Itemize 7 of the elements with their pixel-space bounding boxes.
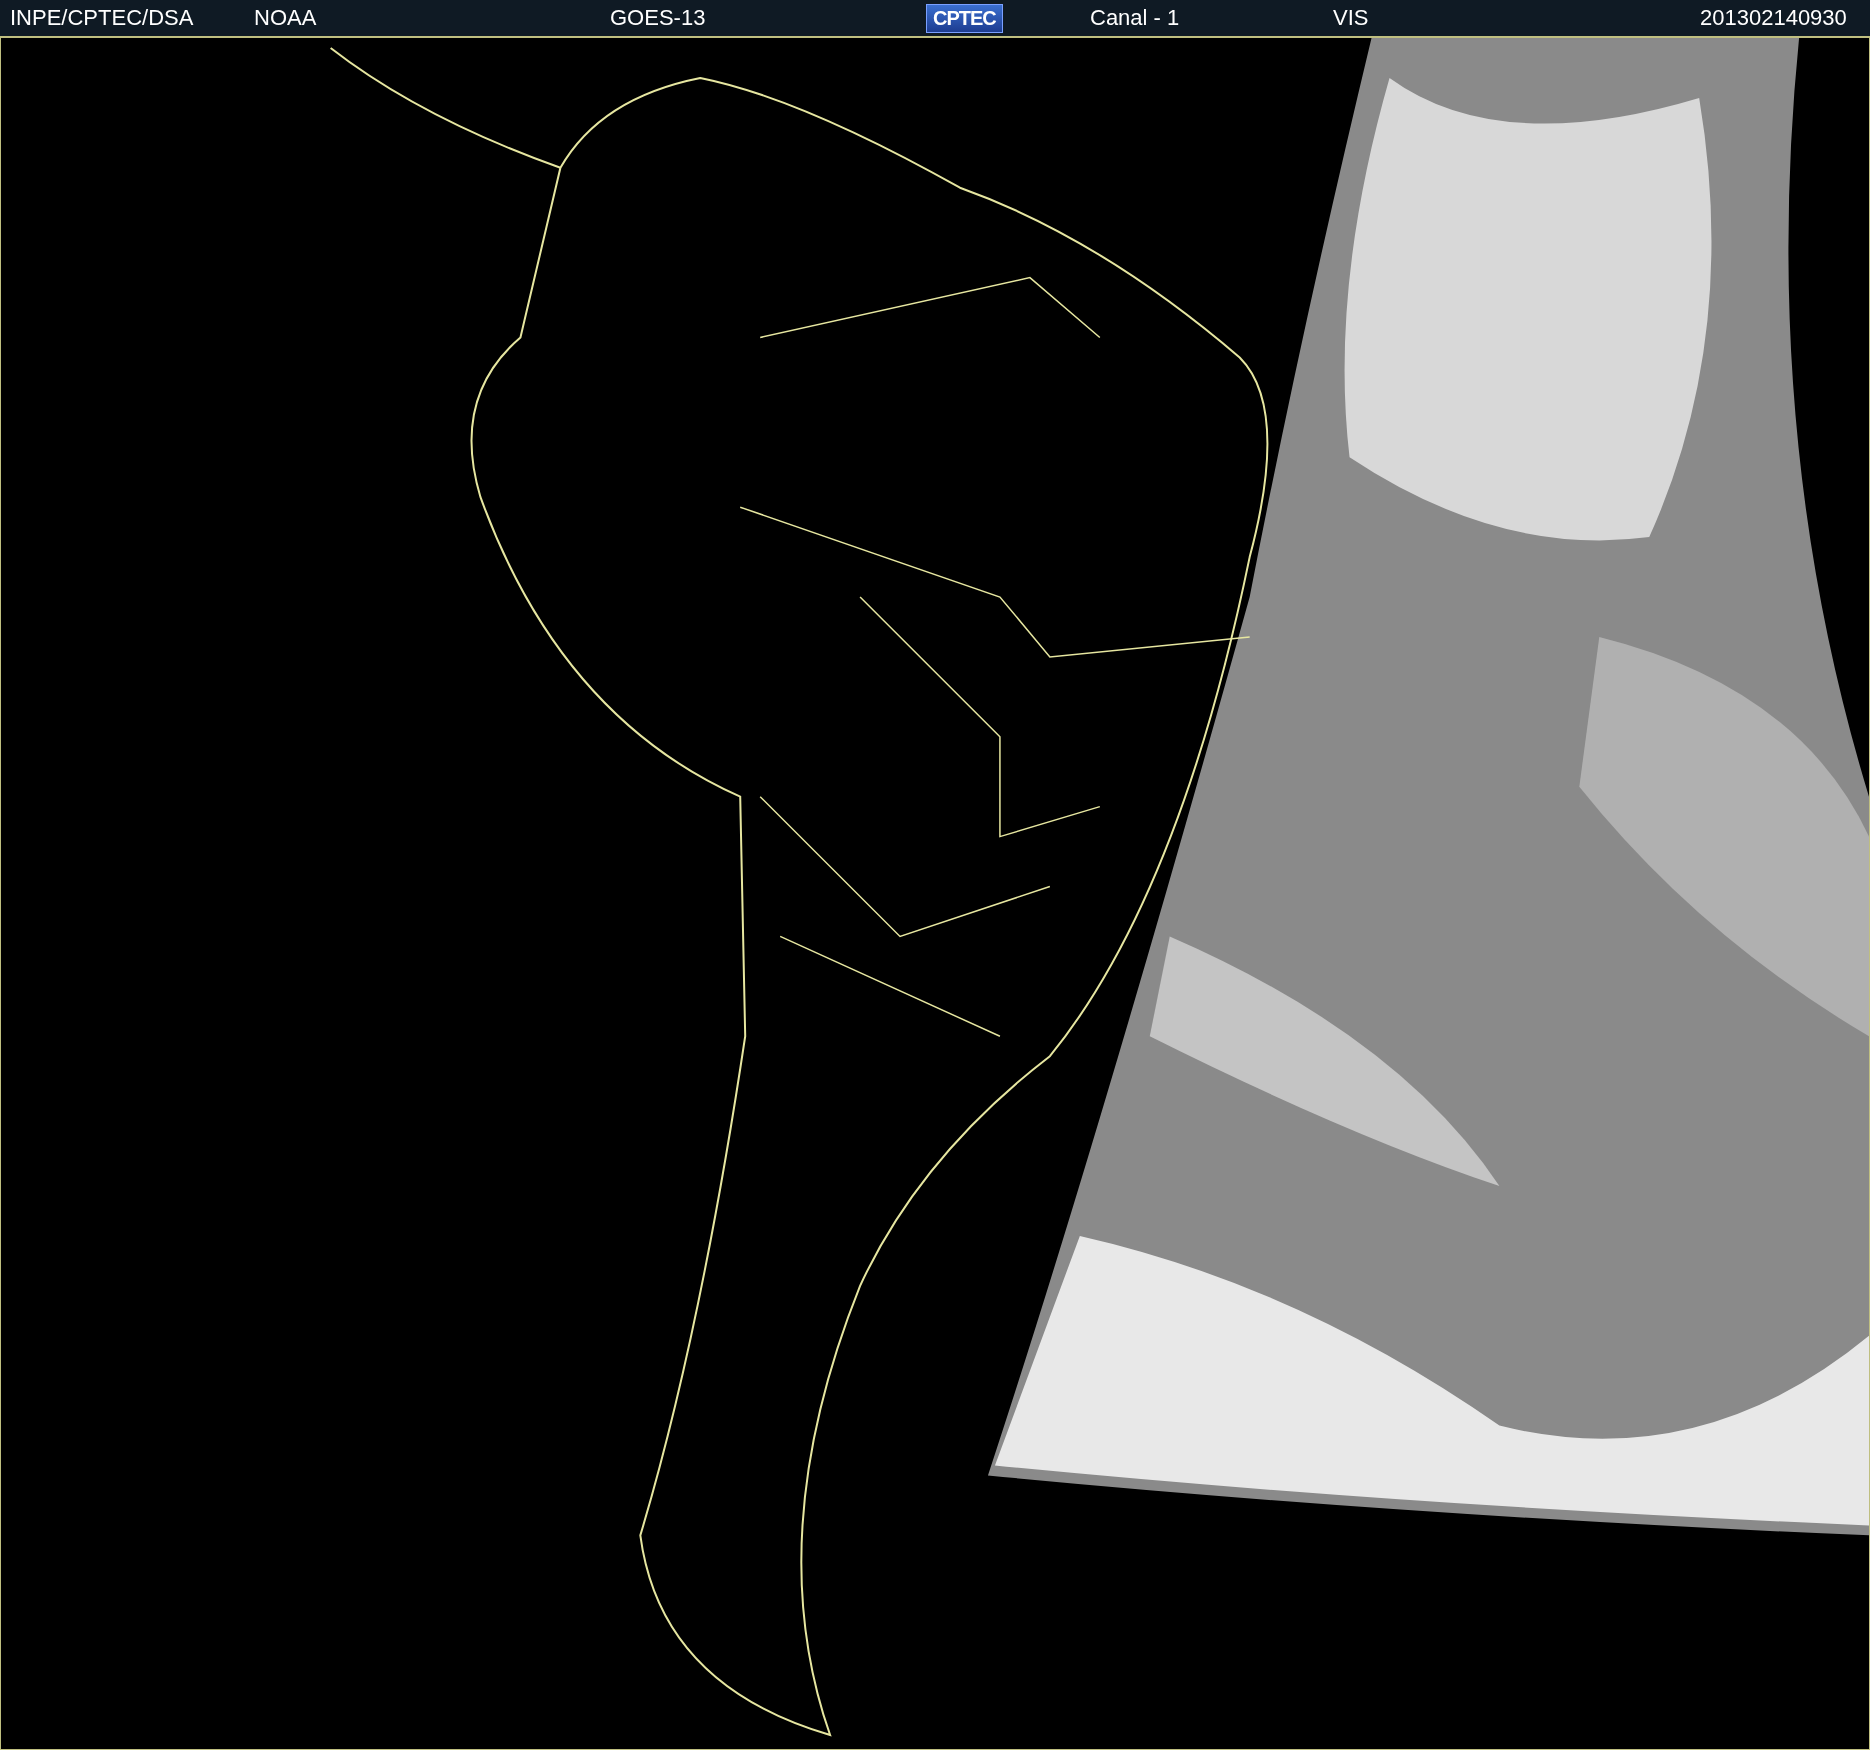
header-label: VIS (1333, 5, 1369, 31)
header-label: NOAA (254, 5, 317, 31)
logo: CPTEC (926, 3, 1003, 33)
header-label: INPE/CPTEC/DSA (10, 5, 194, 31)
header-label: GOES-13 (610, 5, 706, 31)
header-label: Canal - 1 (1090, 5, 1180, 31)
header-label: 201302140930 (1700, 5, 1847, 31)
